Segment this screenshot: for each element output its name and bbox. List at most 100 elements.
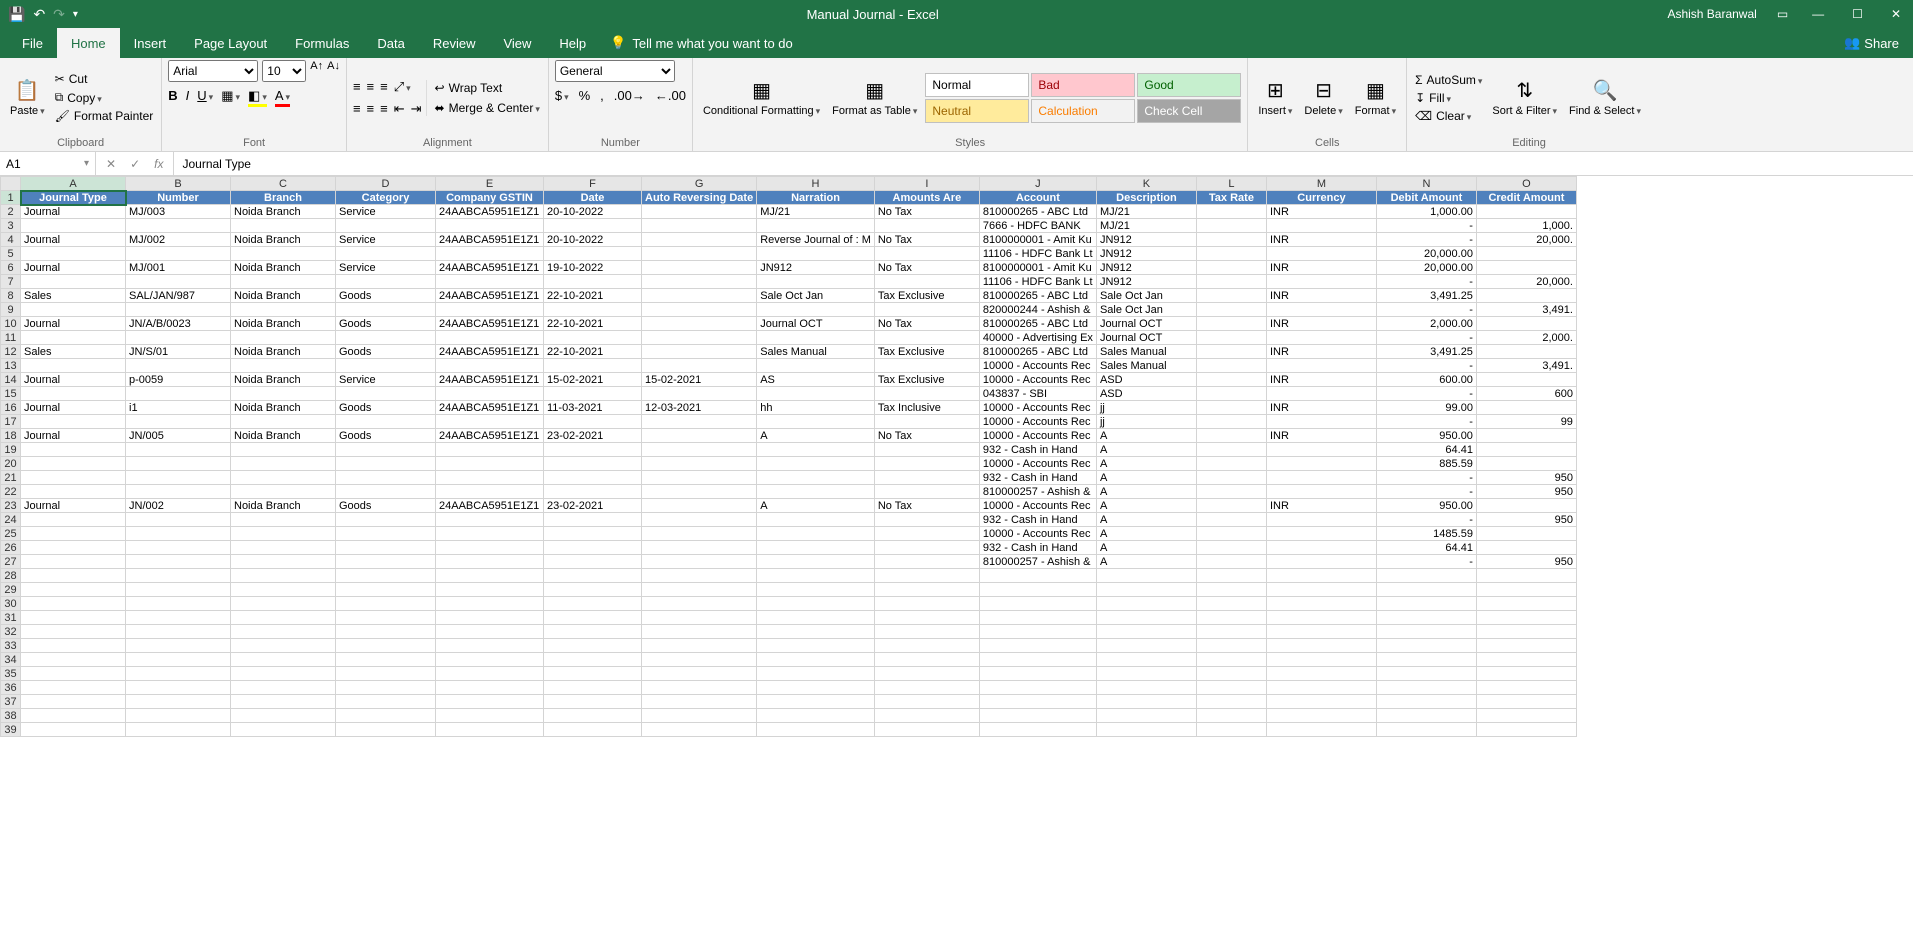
ribbon-options-icon[interactable]: ▭ [1777, 7, 1788, 21]
cell[interactable]: 932 - Cash in Hand [979, 443, 1096, 457]
cell[interactable]: 932 - Cash in Hand [979, 513, 1096, 527]
cell[interactable]: JN/005 [126, 429, 231, 443]
cell[interactable] [874, 359, 979, 373]
cell[interactable] [1196, 233, 1266, 247]
cell[interactable] [874, 415, 979, 429]
cell[interactable] [642, 457, 757, 471]
find-select-button[interactable]: 🔍Find & Select [1565, 76, 1645, 119]
cell[interactable] [1476, 527, 1576, 541]
cell[interactable] [874, 443, 979, 457]
cell[interactable]: Goods [336, 289, 436, 303]
cell[interactable]: 22-10-2021 [544, 289, 642, 303]
cell[interactable]: 24AABCA5951E1Z1 [436, 317, 544, 331]
cell[interactable]: 20-10-2022 [544, 233, 642, 247]
col-header-J[interactable]: J [979, 177, 1096, 191]
cell[interactable] [642, 345, 757, 359]
cell[interactable] [544, 597, 642, 611]
cell[interactable]: 1,000.00 [1376, 205, 1476, 219]
row-header[interactable]: 8 [1, 289, 21, 303]
cell[interactable] [1196, 261, 1266, 275]
cell[interactable]: 820000244 - Ashish & [979, 303, 1096, 317]
cell[interactable] [21, 359, 126, 373]
cell[interactable] [1376, 597, 1476, 611]
cell[interactable] [874, 541, 979, 555]
close-icon[interactable]: ✕ [1887, 7, 1905, 21]
cell[interactable]: Sale Oct Jan [1096, 303, 1196, 317]
cell[interactable] [1266, 331, 1376, 345]
cell[interactable] [1266, 555, 1376, 569]
cell[interactable] [1266, 667, 1376, 681]
cell[interactable]: 24AABCA5951E1Z1 [436, 205, 544, 219]
cell[interactable] [757, 681, 875, 695]
cell[interactable]: MJ/21 [757, 205, 875, 219]
cell[interactable] [231, 275, 336, 289]
cell[interactable]: 600.00 [1376, 373, 1476, 387]
cell[interactable]: 99.00 [1376, 401, 1476, 415]
cell[interactable] [21, 611, 126, 625]
cell[interactable] [642, 275, 757, 289]
cell[interactable]: Tax Inclusive [874, 401, 979, 415]
cell[interactable] [126, 303, 231, 317]
cell[interactable] [436, 359, 544, 373]
cell[interactable]: Journal [21, 373, 126, 387]
cell[interactable] [231, 681, 336, 695]
row-header[interactable]: 4 [1, 233, 21, 247]
cell[interactable] [436, 681, 544, 695]
cell[interactable] [436, 471, 544, 485]
cell[interactable] [757, 247, 875, 261]
header-cell[interactable]: Description [1096, 191, 1196, 205]
header-cell[interactable]: Account [979, 191, 1096, 205]
cell[interactable] [757, 695, 875, 709]
fx-icon[interactable]: fx [154, 157, 163, 171]
cell[interactable]: JN/S/01 [126, 345, 231, 359]
col-header-N[interactable]: N [1376, 177, 1476, 191]
col-header-A[interactable]: A [21, 177, 126, 191]
cell[interactable] [231, 569, 336, 583]
cell[interactable]: 810000265 - ABC Ltd [979, 205, 1096, 219]
cell[interactable]: 10000 - Accounts Rec [979, 415, 1096, 429]
cell[interactable] [642, 331, 757, 345]
row-header[interactable]: 19 [1, 443, 21, 457]
cell[interactable]: Tax Exclusive [874, 289, 979, 303]
cell[interactable]: 24AABCA5951E1Z1 [436, 233, 544, 247]
cell[interactable]: Tax Exclusive [874, 373, 979, 387]
cell[interactable] [436, 667, 544, 681]
cell[interactable] [1266, 583, 1376, 597]
cell[interactable] [874, 709, 979, 723]
cell[interactable]: INR [1266, 317, 1376, 331]
row-header[interactable]: 23 [1, 499, 21, 513]
cell[interactable] [336, 303, 436, 317]
cell[interactable] [1266, 597, 1376, 611]
cell[interactable] [1196, 443, 1266, 457]
cell[interactable]: JN912 [1096, 261, 1196, 275]
orientation-icon[interactable]: ⤢ [394, 79, 411, 95]
undo-icon[interactable]: ↶ [33, 6, 45, 23]
row-header[interactable]: 11 [1, 331, 21, 345]
row-header[interactable]: 9 [1, 303, 21, 317]
cell[interactable] [874, 639, 979, 653]
cell[interactable]: 40000 - Advertising Ex [979, 331, 1096, 345]
cell[interactable] [1476, 317, 1576, 331]
cell[interactable] [1266, 415, 1376, 429]
cell[interactable] [126, 415, 231, 429]
cell[interactable] [231, 303, 336, 317]
cell[interactable] [874, 667, 979, 681]
cell[interactable] [21, 723, 126, 737]
cell[interactable] [126, 653, 231, 667]
cell[interactable] [757, 387, 875, 401]
cell[interactable]: JN912 [757, 261, 875, 275]
cell[interactable] [336, 653, 436, 667]
conditional-formatting-button[interactable]: ▦ Conditional Formatting [699, 76, 824, 119]
header-cell[interactable]: Journal Type [21, 191, 126, 205]
row-header[interactable]: 27 [1, 555, 21, 569]
cell[interactable] [874, 485, 979, 499]
cell[interactable] [1196, 709, 1266, 723]
cell[interactable] [21, 569, 126, 583]
cell[interactable] [336, 387, 436, 401]
cell[interactable] [1476, 499, 1576, 513]
cell[interactable]: A [1096, 443, 1196, 457]
user-name[interactable]: Ashish Baranwal [1667, 7, 1756, 21]
cell[interactable]: INR [1266, 205, 1376, 219]
cell[interactable] [642, 513, 757, 527]
cell[interactable] [436, 541, 544, 555]
